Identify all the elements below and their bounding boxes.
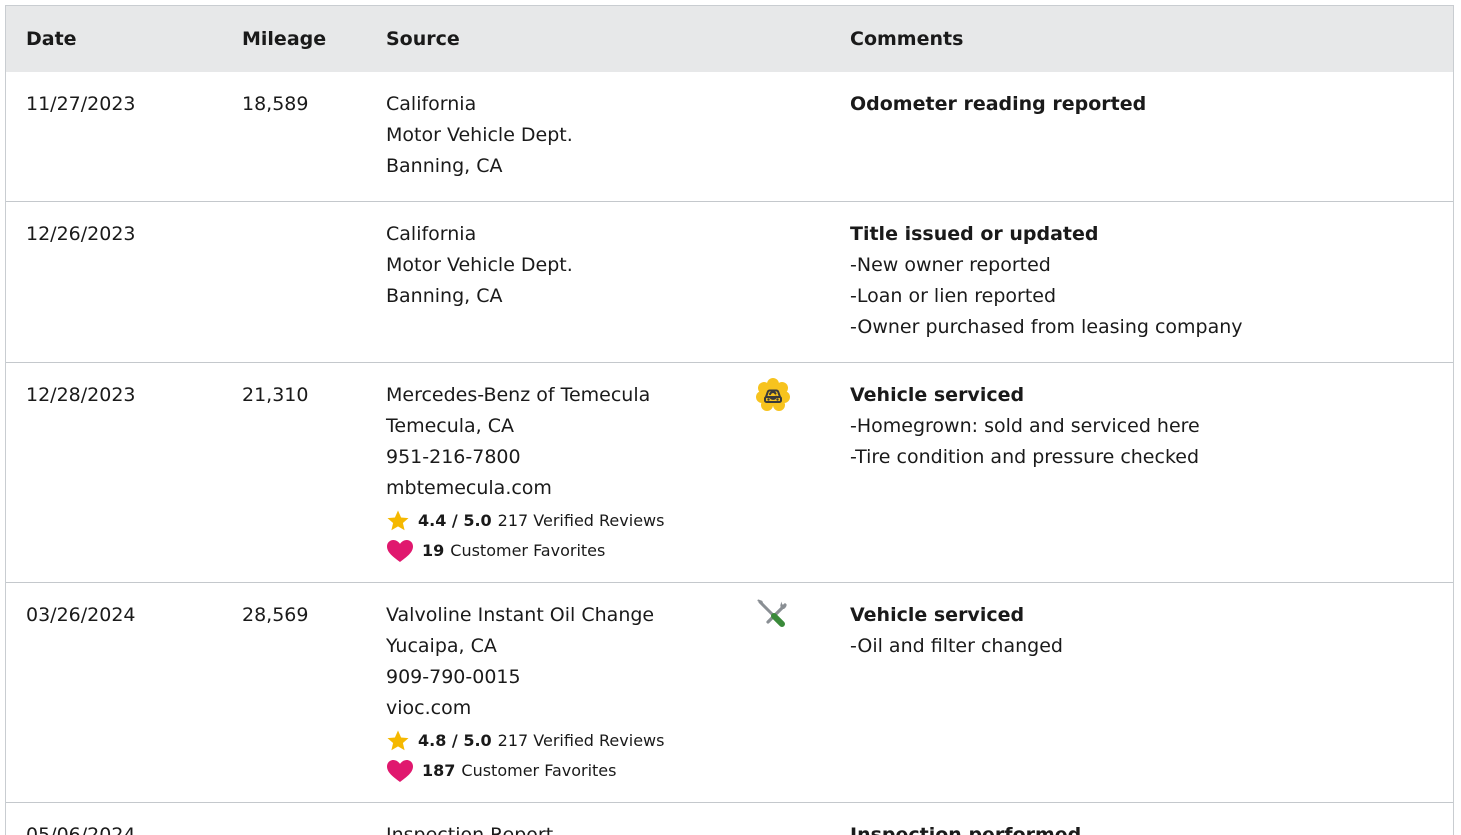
rating-reviews: 217 Verified Reviews — [498, 509, 665, 533]
row-date: 12/28/2023 — [6, 363, 222, 583]
rating-summary[interactable]: 4.8 / 5.0 217 Verified Reviews — [386, 729, 731, 753]
car-service-badge-icon — [756, 378, 790, 412]
table-row: 12/26/2023 California Motor Vehicle Dept… — [6, 202, 1453, 363]
row-date: 03/26/2024 — [6, 583, 222, 803]
source-line: California — [386, 219, 731, 250]
favorites-count: 19 — [422, 539, 444, 563]
row-source: California Motor Vehicle Dept. Banning, … — [366, 72, 731, 202]
row-icon-cell — [731, 583, 830, 803]
star-icon — [386, 509, 410, 533]
row-comments: Vehicle serviced -Homegrown: sold and se… — [830, 363, 1453, 583]
row-source: Inspection Report — [366, 803, 731, 835]
source-line: Banning, CA — [386, 151, 731, 182]
row-source: Mercedes-Benz of Temecula Temecula, CA 9… — [366, 363, 731, 583]
star-icon — [386, 729, 410, 753]
row-mileage: 21,310 — [222, 363, 366, 583]
comment-line: -Homegrown: sold and serviced here — [850, 411, 1453, 442]
table-header-row: Date Mileage Source Comments — [6, 6, 1453, 72]
heart-icon — [386, 759, 414, 783]
row-icon-cell — [731, 202, 830, 363]
row-mileage — [222, 202, 366, 363]
comment-line: -Owner purchased from leasing company — [850, 312, 1453, 343]
source-line: Motor Vehicle Dept. — [386, 120, 731, 151]
row-comments: Title issued or updated -New owner repor… — [830, 202, 1453, 363]
source-website-link[interactable]: mbtemecula.com — [386, 473, 731, 504]
source-phone[interactable]: 951-216-7800 — [386, 442, 731, 473]
table-row: 11/27/2023 18,589 California Motor Vehic… — [6, 72, 1453, 202]
source-line: Inspection Report — [386, 820, 731, 835]
source-location: Temecula, CA — [386, 411, 731, 442]
wrench-screwdriver-icon — [756, 598, 790, 632]
vehicle-history-table-container: Date Mileage Source Comments 11/27/2023 … — [5, 5, 1454, 835]
column-header-comments[interactable]: Comments — [830, 6, 1453, 72]
row-date: 12/26/2023 — [6, 202, 222, 363]
row-icon-cell — [731, 803, 830, 835]
heart-icon — [386, 539, 414, 563]
vehicle-history-table: Date Mileage Source Comments 11/27/2023 … — [6, 6, 1453, 835]
table-row: 05/06/2024 Inspection Report Inspection … — [6, 803, 1453, 835]
comment-line: -Loan or lien reported — [850, 281, 1453, 312]
comment-title: Vehicle serviced — [850, 600, 1453, 631]
comment-line: -Tire condition and pressure checked — [850, 442, 1453, 473]
source-name-link[interactable]: Valvoline Instant Oil Change — [386, 600, 731, 631]
comment-title: Odometer reading reported — [850, 89, 1453, 120]
favorites-summary[interactable]: 187 Customer Favorites — [386, 759, 731, 783]
row-icon-cell — [731, 72, 830, 202]
row-date: 11/27/2023 — [6, 72, 222, 202]
source-location: Yucaipa, CA — [386, 631, 731, 662]
row-source: California Motor Vehicle Dept. Banning, … — [366, 202, 731, 363]
comment-line: -Oil and filter changed — [850, 631, 1453, 662]
row-comments: Vehicle serviced -Oil and filter changed — [830, 583, 1453, 803]
rating-reviews: 217 Verified Reviews — [498, 729, 665, 753]
row-source: Valvoline Instant Oil Change Yucaipa, CA… — [366, 583, 731, 803]
source-line: Motor Vehicle Dept. — [386, 250, 731, 281]
table-row: 12/28/2023 21,310 Mercedes-Benz of Temec… — [6, 363, 1453, 583]
source-name-link[interactable]: Mercedes-Benz of Temecula — [386, 380, 731, 411]
row-date: 05/06/2024 — [6, 803, 222, 835]
favorites-label: Customer Favorites — [450, 539, 605, 563]
favorites-label: Customer Favorites — [461, 759, 616, 783]
row-comments: Inspection performed — [830, 803, 1453, 835]
rating-score: 4.8 / 5.0 — [418, 729, 492, 753]
rating-score: 4.4 / 5.0 — [418, 509, 492, 533]
row-mileage: 28,569 — [222, 583, 366, 803]
comment-title: Inspection performed — [850, 820, 1453, 835]
source-phone[interactable]: 909-790-0015 — [386, 662, 731, 693]
column-header-mileage[interactable]: Mileage — [222, 6, 366, 72]
comment-title: Vehicle serviced — [850, 380, 1453, 411]
comment-line: -New owner reported — [850, 250, 1453, 281]
row-icon-cell — [731, 363, 830, 583]
rating-summary[interactable]: 4.4 / 5.0 217 Verified Reviews — [386, 509, 731, 533]
favorites-summary[interactable]: 19 Customer Favorites — [386, 539, 731, 563]
source-line: Banning, CA — [386, 281, 731, 312]
table-row: 03/26/2024 28,569 Valvoline Instant Oil … — [6, 583, 1453, 803]
row-mileage: 18,589 — [222, 72, 366, 202]
row-comments: Odometer reading reported — [830, 72, 1453, 202]
favorites-count: 187 — [422, 759, 455, 783]
comment-title: Title issued or updated — [850, 219, 1453, 250]
column-header-source[interactable]: Source — [366, 6, 731, 72]
source-website-link[interactable]: vioc.com — [386, 693, 731, 724]
column-header-date[interactable]: Date — [6, 6, 222, 72]
row-mileage — [222, 803, 366, 835]
source-line: California — [386, 89, 731, 120]
column-header-icon — [731, 6, 830, 72]
